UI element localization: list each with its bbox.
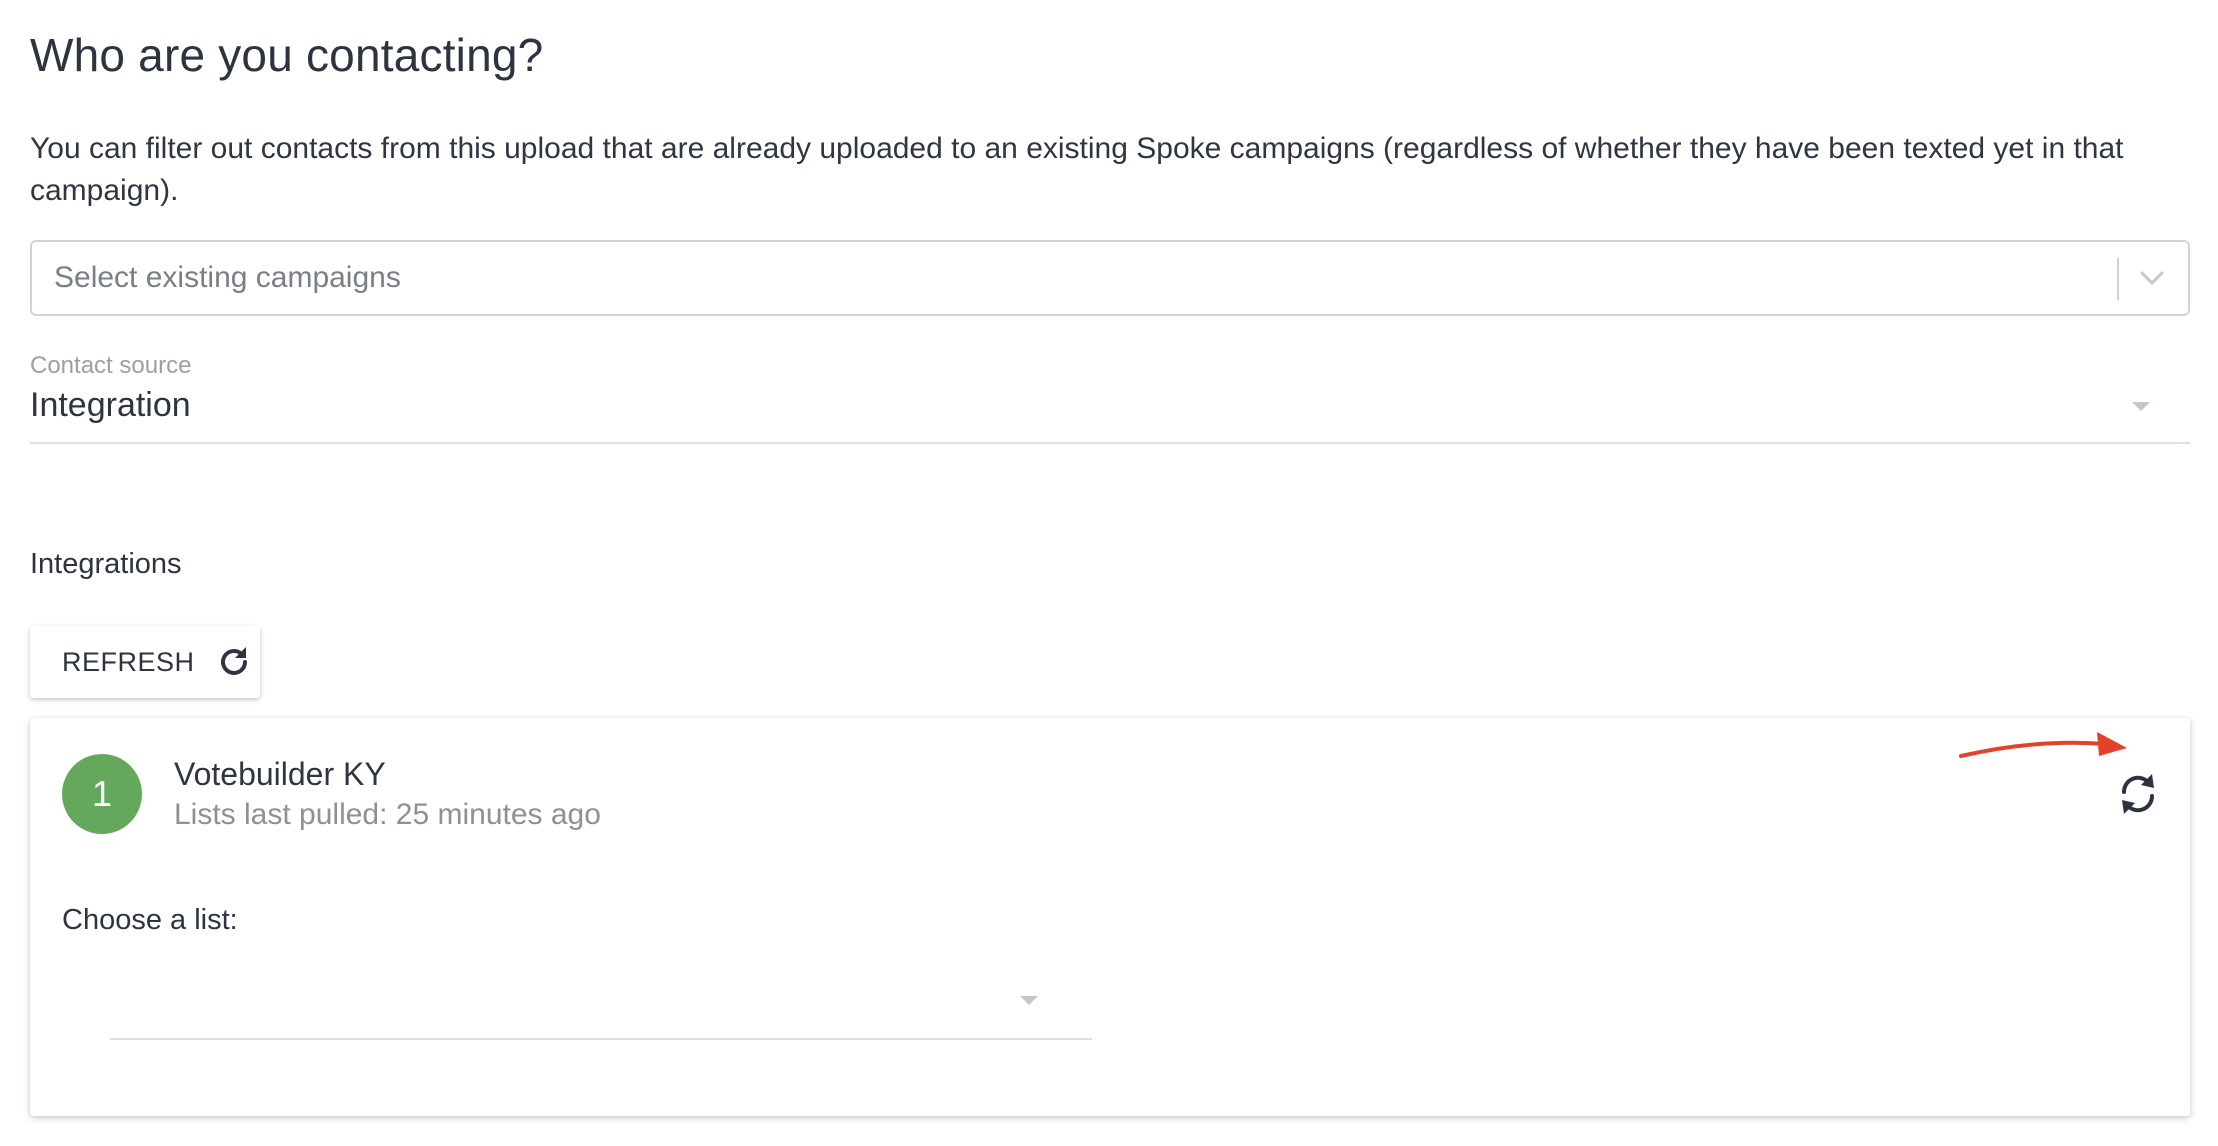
caret-down-icon[interactable] xyxy=(2132,402,2150,411)
sync-icon[interactable] xyxy=(2112,768,2164,820)
choose-list-label: Choose a list: xyxy=(62,904,238,936)
integration-number-badge: 1 xyxy=(62,754,142,834)
integration-last-pulled: Lists last pulled: 25 minutes ago xyxy=(174,798,601,831)
contact-source-underline xyxy=(30,442,2190,444)
refresh-button-label: REFRESH xyxy=(62,646,195,677)
existing-campaigns-select[interactable]: Select existing campaigns xyxy=(30,240,2190,316)
refresh-button[interactable]: REFRESH xyxy=(30,626,260,698)
integrations-heading: Integrations xyxy=(30,548,182,580)
page: Who are you contacting? You can filter o… xyxy=(0,0,2218,1146)
refresh-icon xyxy=(220,647,247,675)
contact-source-label: Contact source xyxy=(30,352,192,379)
choose-list-underline xyxy=(110,1038,1092,1040)
select-separator xyxy=(2117,258,2119,300)
integration-card: 1 Votebuilder KY Lists last pulled: 25 m… xyxy=(30,718,2190,1116)
page-title: Who are you contacting? xyxy=(30,29,544,81)
existing-campaigns-placeholder: Select existing campaigns xyxy=(54,261,401,294)
choose-list-select[interactable] xyxy=(110,974,1092,1040)
page-description: You can filter out contacts from this up… xyxy=(30,132,2124,207)
caret-down-icon[interactable] xyxy=(1020,996,1038,1005)
integration-name: Votebuilder KY xyxy=(174,756,386,792)
contact-source-value[interactable]: Integration xyxy=(30,386,191,425)
chevron-down-icon[interactable] xyxy=(2134,260,2170,296)
